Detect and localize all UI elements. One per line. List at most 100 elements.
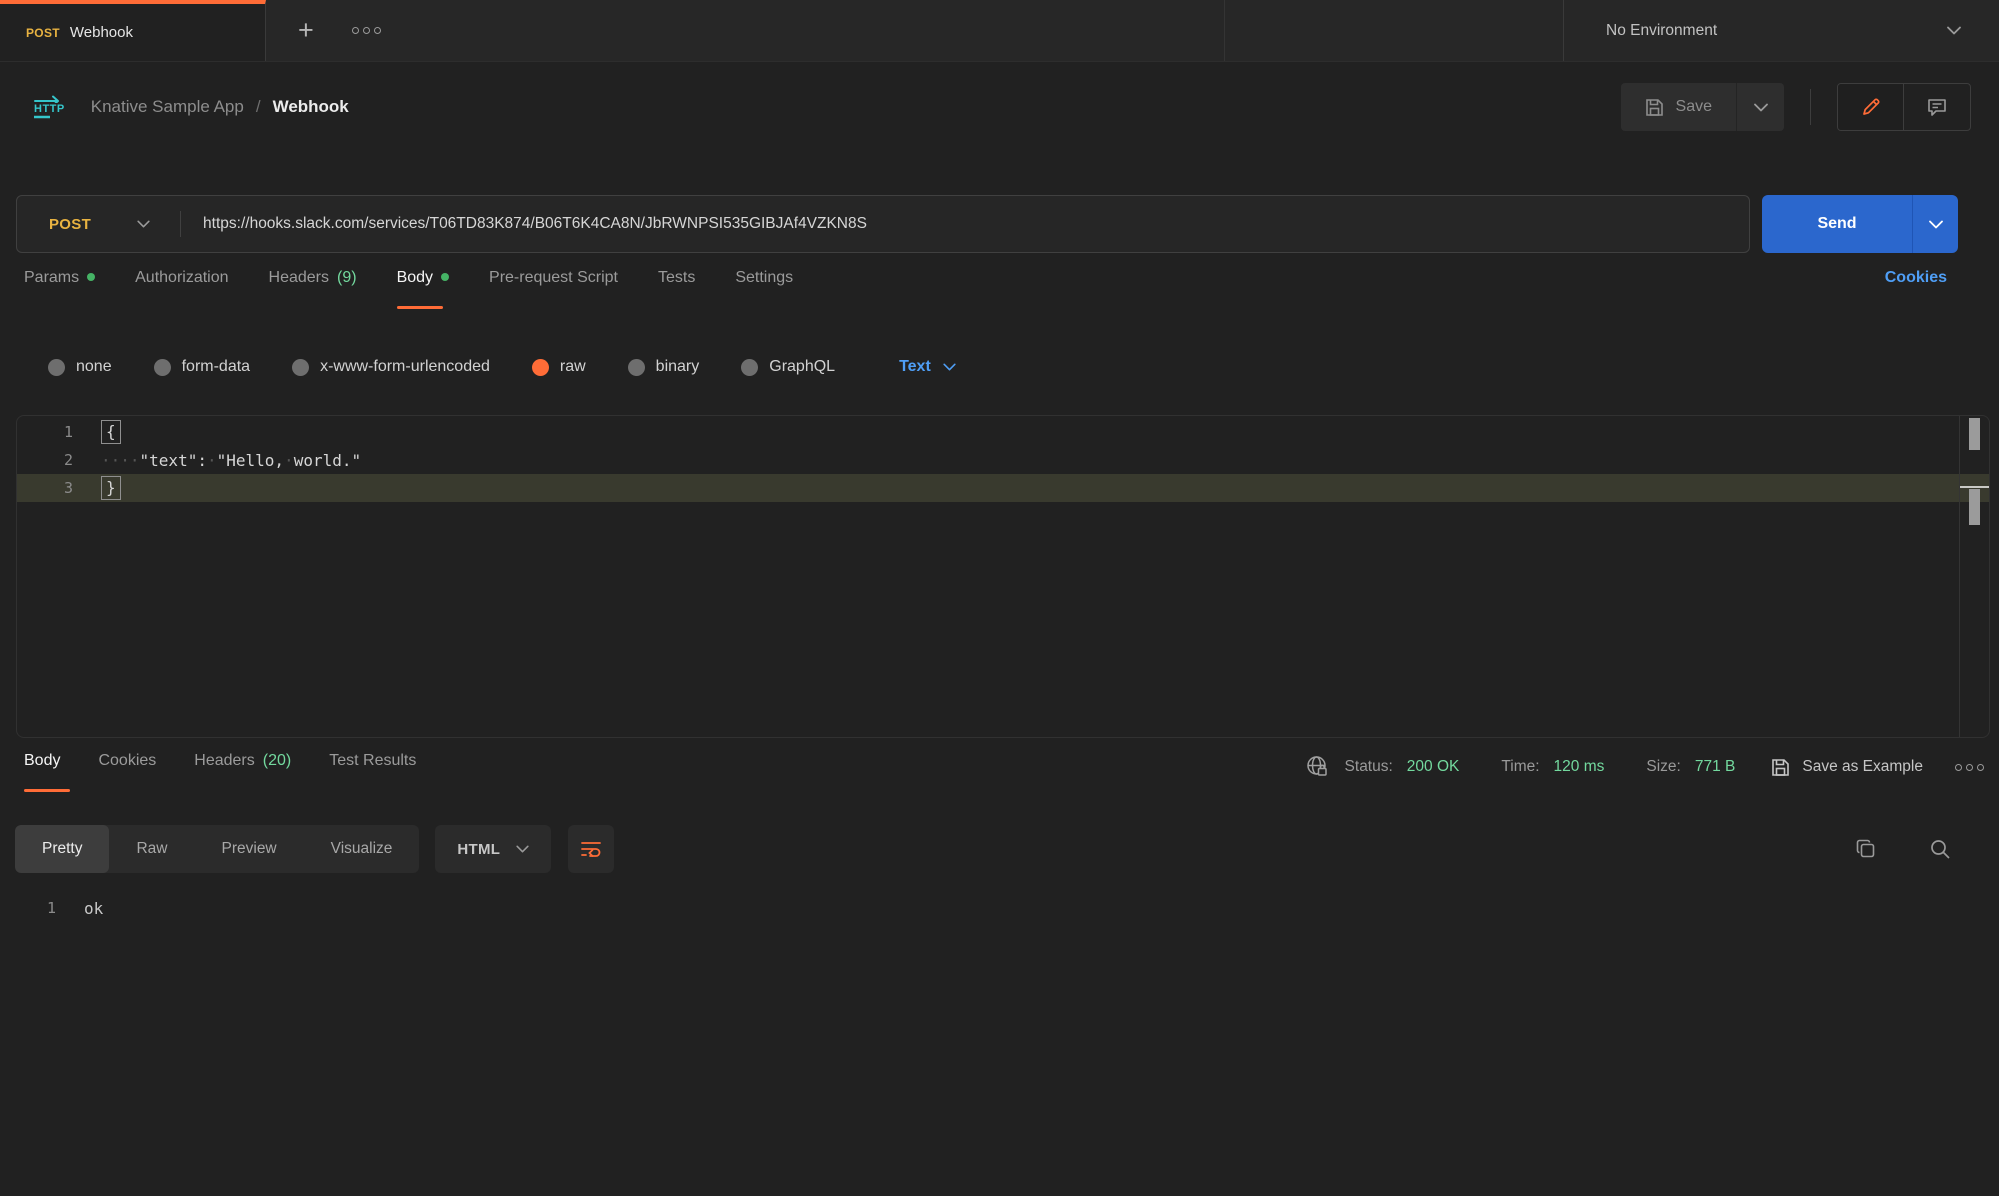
editor-scroll-gutter bbox=[1959, 416, 1989, 737]
body-type-none-label: none bbox=[76, 358, 112, 376]
radio-selected-icon bbox=[532, 359, 549, 376]
raw-language-selector[interactable]: Text bbox=[899, 358, 956, 376]
tab-strip-spacer-2 bbox=[1225, 0, 1563, 61]
tab-params[interactable]: Params bbox=[24, 269, 95, 309]
tab-headers[interactable]: Headers (9) bbox=[269, 269, 357, 309]
json-value: world." bbox=[294, 451, 361, 470]
save-button-label: Save bbox=[1676, 98, 1712, 116]
request-tab-webhook[interactable]: POST Webhook bbox=[0, 0, 266, 61]
view-pretty-button[interactable]: Pretty bbox=[15, 825, 109, 873]
save-as-example-button[interactable]: Save as Example bbox=[1771, 758, 1923, 777]
line-number: 3 bbox=[17, 479, 73, 497]
cursor-position-marker bbox=[1960, 486, 1989, 488]
comment-icon bbox=[1927, 97, 1947, 117]
response-header: Body Cookies Headers (20) Test Results S… bbox=[0, 738, 1999, 802]
whitespace-dots: ···· bbox=[101, 451, 140, 470]
tab-tests-label: Tests bbox=[658, 269, 695, 287]
search-response-button[interactable] bbox=[1929, 838, 1951, 860]
wrap-text-icon bbox=[580, 839, 602, 859]
response-tab-body[interactable]: Body bbox=[24, 752, 60, 792]
edit-request-button[interactable] bbox=[1838, 84, 1904, 130]
body-type-urlencoded[interactable]: x-www-form-urlencoded bbox=[292, 358, 490, 376]
tab-strip-spacer bbox=[413, 0, 1225, 61]
body-modified-dot bbox=[441, 273, 449, 281]
body-type-graphql[interactable]: GraphQL bbox=[741, 358, 835, 376]
tab-more-options-button[interactable] bbox=[352, 27, 381, 34]
response-format-selector[interactable]: HTML bbox=[435, 825, 551, 873]
chevron-down-icon bbox=[943, 363, 956, 371]
chevron-down-icon bbox=[1929, 220, 1943, 229]
tab-strip: POST Webhook + No Environment bbox=[0, 0, 1999, 62]
search-icon bbox=[1929, 838, 1951, 860]
body-type-row: none form-data x-www-form-urlencoded raw… bbox=[0, 345, 1999, 389]
method-selector[interactable]: POST bbox=[17, 216, 180, 233]
scrollbar-thumb[interactable] bbox=[1969, 489, 1980, 525]
headers-count-badge: (9) bbox=[337, 269, 357, 287]
tab-pre-request-script-label: Pre-request Script bbox=[489, 269, 618, 287]
raw-language-label: Text bbox=[899, 358, 931, 376]
view-visualize-button[interactable]: Visualize bbox=[304, 825, 420, 873]
tab-settings[interactable]: Settings bbox=[735, 269, 793, 309]
radio-icon bbox=[154, 359, 171, 376]
response-tab-headers-label: Headers bbox=[194, 752, 254, 770]
tab-pre-request-script[interactable]: Pre-request Script bbox=[489, 269, 618, 309]
chevron-down-icon bbox=[137, 220, 150, 228]
documentation-toggle-group bbox=[1837, 83, 1971, 131]
response-toolbar-right bbox=[1855, 838, 1951, 860]
editor-line: 1 { bbox=[17, 418, 1989, 446]
time-value: 120 ms bbox=[1554, 758, 1605, 776]
response-tab-headers[interactable]: Headers (20) bbox=[194, 752, 291, 792]
tab-settings-label: Settings bbox=[735, 269, 793, 287]
send-button[interactable]: Send bbox=[1762, 195, 1912, 253]
response-tab-cookies-label: Cookies bbox=[98, 752, 156, 770]
body-type-graphql-label: GraphQL bbox=[769, 358, 835, 376]
line-number: 2 bbox=[17, 451, 73, 469]
cookies-link[interactable]: Cookies bbox=[1885, 269, 1947, 287]
body-type-urlencoded-label: x-www-form-urlencoded bbox=[320, 358, 490, 376]
body-type-none[interactable]: none bbox=[48, 358, 112, 376]
tab-tests[interactable]: Tests bbox=[658, 269, 695, 309]
view-raw-button[interactable]: Raw bbox=[109, 825, 194, 873]
response-more-options-button[interactable] bbox=[1955, 764, 1984, 771]
send-options-button[interactable] bbox=[1912, 195, 1958, 253]
tab-body[interactable]: Body bbox=[397, 269, 449, 309]
save-button[interactable]: Save bbox=[1621, 83, 1736, 131]
response-tab-cookies[interactable]: Cookies bbox=[98, 752, 156, 792]
line-number: 1 bbox=[0, 899, 56, 917]
response-tab-body-label: Body bbox=[24, 752, 60, 770]
request-url-row: POST Send bbox=[16, 195, 1958, 253]
wrap-text-button[interactable] bbox=[568, 825, 614, 873]
url-input[interactable] bbox=[181, 215, 1749, 233]
breadcrumb-separator: / bbox=[256, 97, 261, 117]
copy-response-button[interactable] bbox=[1855, 838, 1877, 860]
environment-selector[interactable]: No Environment bbox=[1563, 0, 1999, 61]
comments-button[interactable] bbox=[1904, 84, 1970, 130]
header-divider bbox=[1810, 89, 1811, 125]
tab-headers-label: Headers bbox=[269, 269, 329, 287]
save-options-button[interactable] bbox=[1736, 83, 1784, 131]
response-tab-test-results[interactable]: Test Results bbox=[329, 752, 416, 792]
response-text: ok bbox=[56, 899, 103, 918]
view-preview-button[interactable]: Preview bbox=[195, 825, 304, 873]
tab-authorization[interactable]: Authorization bbox=[135, 269, 228, 309]
copy-icon bbox=[1855, 838, 1877, 860]
tab-method-label: POST bbox=[26, 26, 60, 40]
matched-brace: { bbox=[101, 420, 121, 444]
response-view-switcher: Pretty Raw Preview Visualize bbox=[15, 825, 419, 873]
body-type-form-data[interactable]: form-data bbox=[154, 358, 250, 376]
radio-icon bbox=[48, 359, 65, 376]
body-type-binary[interactable]: binary bbox=[628, 358, 700, 376]
editor-code: } bbox=[73, 476, 121, 500]
new-tab-button[interactable]: + bbox=[298, 17, 314, 44]
breadcrumb-request-name: Webhook bbox=[273, 97, 349, 117]
request-body-editor[interactable]: 1 { 2 ····"text":·"Hello,·world." 3 } bbox=[16, 415, 1990, 738]
network-globe-icon bbox=[1305, 754, 1331, 780]
send-button-group: Send bbox=[1762, 195, 1958, 253]
request-tabs: Params Authorization Headers (9) Body Pr… bbox=[0, 253, 1999, 319]
line-number: 1 bbox=[17, 423, 73, 441]
editor-line-current: 3 } bbox=[17, 474, 1989, 502]
body-type-raw[interactable]: raw bbox=[532, 358, 586, 376]
breadcrumb-collection[interactable]: Knative Sample App bbox=[91, 97, 244, 117]
scrollbar-thumb[interactable] bbox=[1969, 418, 1980, 450]
save-icon bbox=[1645, 98, 1664, 117]
